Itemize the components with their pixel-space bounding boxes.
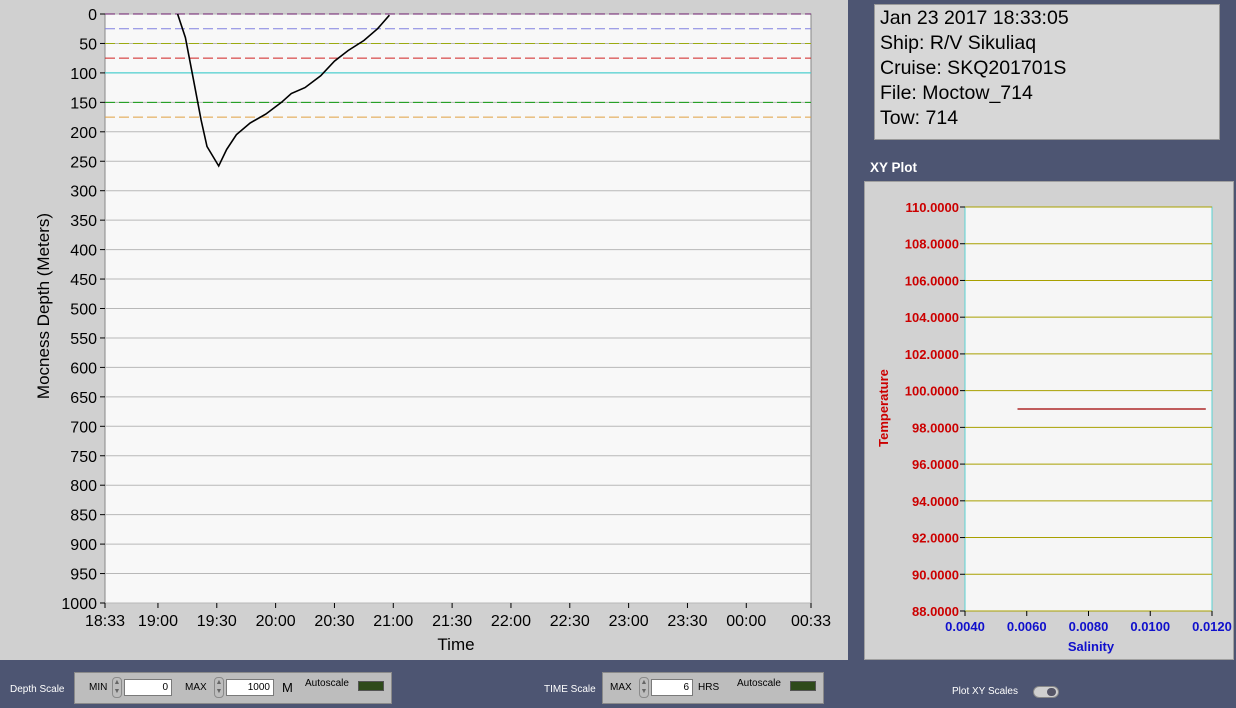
y-tick-label: 200 [70, 125, 97, 142]
xy-y-tick-label: 94.0000 [912, 494, 959, 509]
y-tick-label: 0 [88, 7, 97, 24]
x-tick-label: 00:33 [791, 613, 831, 630]
x-tick-label: 23:30 [667, 613, 707, 630]
y-tick-label: 900 [70, 537, 97, 554]
xy-x-tick-label: 0.0100 [1130, 619, 1170, 634]
xy-y-tick-label: 100.0000 [905, 384, 959, 399]
depth-scale-label: Depth Scale [10, 684, 65, 695]
x-tick-label: 22:00 [491, 613, 531, 630]
y-tick-label: 550 [70, 331, 97, 348]
xy-y-tick-label: 104.0000 [905, 310, 959, 325]
y-tick-label: 400 [70, 243, 97, 260]
datetime-text: Jan 23 2017 18:33:05 [880, 7, 1069, 29]
depth-autoscale-toggle[interactable] [358, 681, 384, 691]
xy-plot-title: XY Plot [870, 160, 918, 175]
y-tick-label: 750 [70, 449, 97, 466]
time-scale-controls: MAX ▲ ▼ 6 HRS Autoscale [602, 672, 824, 704]
panel-divider [848, 0, 862, 660]
y-tick-label: 50 [79, 36, 97, 53]
time-unit: HRS [698, 682, 720, 693]
x-tick-label: 20:30 [314, 613, 354, 630]
xy-y-tick-label: 106.0000 [905, 273, 959, 288]
tow-text: Tow: 714 [880, 107, 959, 129]
file-text: File: Moctow_714 [880, 82, 1033, 104]
ship-text: Ship: R/V Sikuliaq [880, 32, 1037, 54]
y-tick-label: 650 [70, 390, 97, 407]
xy-x-tick-label: 0.0040 [945, 619, 985, 634]
cruise-text: Cruise: SKQ201701S [880, 57, 1067, 79]
xy-y-tick-label: 102.0000 [905, 347, 959, 362]
x-tick-label: 00:00 [726, 613, 766, 630]
xy-y-axis-label: Temperature [876, 369, 891, 447]
y-tick-label: 800 [70, 478, 97, 495]
x-tick-label: 19:00 [138, 613, 178, 630]
x-tick-label: 18:33 [85, 613, 125, 630]
y-tick-label: 150 [70, 95, 97, 112]
xy-plot-chart: 110.0000 108.0000 106.0000 104.0000 102.0000… [876, 200, 1232, 654]
y-tick-label: 300 [70, 184, 97, 201]
y-tick-label: 450 [70, 272, 97, 289]
time-autoscale-label: Autoscale [737, 678, 781, 689]
y-tick-label: 350 [70, 213, 97, 230]
depth-max-spinner[interactable]: ▲ ▼ [214, 677, 224, 698]
y-tick-label: 700 [70, 419, 97, 436]
x-tick-label: 20:00 [256, 613, 296, 630]
depth-min-label: MIN [89, 682, 108, 693]
x-axis-label: Time [437, 635, 474, 654]
y-tick-label: 600 [70, 360, 97, 377]
depth-max-input[interactable]: 1000 [226, 679, 274, 696]
y-tick-label: 100 [70, 66, 97, 83]
y-tick-label: 1000 [61, 596, 97, 613]
xy-y-tick-label: 110.0000 [905, 200, 959, 215]
xy-y-tick-label: 92.0000 [912, 531, 959, 546]
time-max-label: MAX [610, 682, 632, 693]
toggle-knob [1047, 688, 1056, 696]
x-tick-label: 23:00 [609, 613, 649, 630]
xy-x-tick-label: 0.0120 [1192, 619, 1232, 634]
depth-max-label: MAX [185, 682, 207, 693]
time-max-spinner[interactable]: ▲ ▼ [639, 677, 649, 698]
y-tick-label: 950 [70, 567, 97, 584]
xy-x-axis-label: Salinity [1068, 639, 1115, 654]
x-tick-label: 21:00 [373, 613, 413, 630]
y-tick-label: 250 [70, 154, 97, 171]
x-tick-label: 22:30 [550, 613, 590, 630]
cruise-info-box: Jan 23 2017 18:33:05 Ship: R/V Sikuliaq … [874, 4, 1220, 140]
time-autoscale-toggle[interactable] [790, 681, 816, 691]
time-scale-label: TIME Scale [544, 684, 596, 695]
xy-y-tick-label: 98.0000 [912, 420, 959, 435]
xy-y-tick-label: 108.0000 [905, 237, 959, 252]
depth-scale-controls: MIN ▲ ▼ 0 MAX ▲ ▼ 1000 M Autoscale [74, 672, 392, 704]
depth-min-input[interactable]: 0 [124, 679, 172, 696]
depth-unit: M [282, 680, 293, 695]
xy-y-tick-label: 96.0000 [912, 457, 959, 472]
control-bar: Depth Scale MIN ▲ ▼ 0 MAX ▲ ▼ 1000 M Autos… [0, 660, 1236, 708]
xy-x-tick-label: 0.0080 [1069, 619, 1109, 634]
x-tick-label: 19:30 [197, 613, 237, 630]
depth-autoscale-label: Autoscale [305, 678, 349, 689]
y-tick-label: 500 [70, 302, 97, 319]
y-axis-label: Mocness Depth (Meters) [34, 213, 53, 399]
xy-x-tick-label: 0.0060 [1007, 619, 1047, 634]
plot-xy-scales-label: Plot XY Scales [952, 686, 1018, 697]
x-tick-label: 21:30 [432, 613, 472, 630]
xy-y-tick-label: 88.0000 [912, 604, 959, 619]
time-max-input[interactable]: 6 [651, 679, 693, 696]
depth-min-spinner[interactable]: ▲ ▼ [112, 677, 122, 698]
y-tick-label: 850 [70, 508, 97, 525]
plot-xy-scales-toggle[interactable] [1033, 686, 1059, 698]
xy-y-tick-label: 90.0000 [912, 567, 959, 582]
depth-time-chart: 0 50 100 150 200 250 300 350 400 450 500 550 600 650 7… [34, 7, 831, 654]
